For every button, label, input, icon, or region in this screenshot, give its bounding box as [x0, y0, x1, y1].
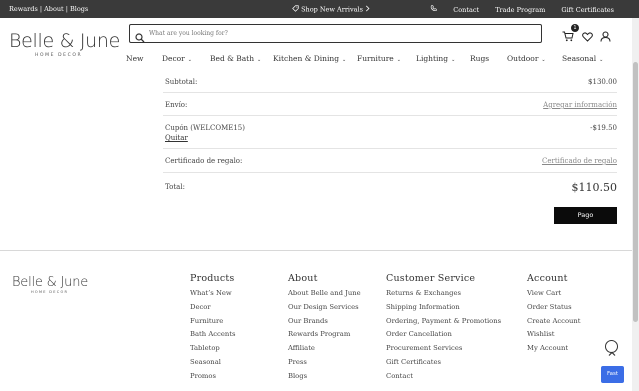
footer-divider [0, 250, 632, 251]
footer-service-column: Customer Service Returns & Exchanges Shi… [386, 273, 501, 386]
tag-icon [292, 5, 299, 14]
footer-link[interactable]: Our Brands [288, 317, 361, 331]
chevron-right-icon [365, 5, 371, 14]
cart-count-badge: 1 [571, 24, 579, 32]
footer-link[interactable]: Shipping Information [386, 303, 501, 317]
contact-label: Contact [453, 5, 480, 14]
subtotal-value: $130.00 [588, 78, 617, 86]
heart-icon[interactable] [582, 27, 593, 46]
footer-link[interactable]: Ordering, Payment & Promotions [386, 317, 501, 331]
footer-link[interactable]: Gift Certificates [386, 358, 501, 372]
footer-link[interactable]: Order Cancellation [386, 330, 501, 344]
search-bar[interactable] [129, 24, 542, 43]
coupon-label: Cupón (WELCOME15) [165, 124, 245, 132]
shop-new-arrivals-link[interactable]: Shop New Arrivals [292, 5, 371, 14]
footer-link[interactable]: Tabletop [190, 344, 235, 358]
nav-new[interactable]: New [126, 54, 143, 63]
footer-link[interactable]: Procurement Services [386, 344, 501, 358]
add-shipping-info-link[interactable]: Agregar información [543, 101, 617, 109]
footer-link[interactable]: Bath Accents [190, 330, 235, 344]
footer-link[interactable]: My Account [527, 344, 581, 358]
footer-link[interactable]: What’s New [190, 289, 235, 303]
footer-link[interactable]: Contact [386, 372, 501, 386]
fast-checkout-button[interactable]: Fast [601, 366, 624, 383]
chevron-down-icon: ⌄ [342, 57, 347, 63]
nav-bed-bath[interactable]: Bed & Bath ⌄ [210, 54, 261, 63]
total-label: Total: [165, 183, 185, 191]
footer-link[interactable]: View Cart [527, 289, 581, 303]
nav-seasonal[interactable]: Seasonal ⌄ [562, 54, 603, 63]
footer-account-title: Account [527, 273, 568, 284]
chevron-down-icon: ⌄ [396, 57, 401, 63]
nav-lighting[interactable]: Lighting ⌄ [416, 54, 455, 63]
footer-link[interactable]: Decor [190, 303, 235, 317]
total-row: Total: $110.50 [163, 173, 617, 199]
trade-program-link[interactable]: Trade Program [495, 6, 545, 14]
footer-link[interactable]: Order Status [527, 303, 581, 317]
chevron-down-icon: ⌄ [257, 57, 262, 63]
top-bar: Rewards | About | Blogs Shop New Arrival… [0, 0, 639, 18]
contact-link[interactable]: Contact [416, 5, 481, 14]
footer-link[interactable]: Affiliate [288, 344, 361, 358]
footer-link[interactable]: Create Account [527, 317, 581, 331]
chevron-down-icon: ⌄ [541, 57, 546, 63]
footer-link[interactable]: Promos [190, 372, 235, 386]
subtotal-label: Subtotal: [165, 78, 198, 86]
nav-decor[interactable]: Decor ⌄ [162, 54, 192, 63]
footer-logo[interactable]: Belle & June HOME DECOR [12, 275, 88, 294]
main-nav: New Decor ⌄ Bed & Bath ⌄ Kitchen & Dining ⌄… [0, 54, 639, 66]
footer-products-title: Products [190, 273, 235, 284]
footer-brand-name: Belle & June [12, 275, 89, 290]
gift-certificate-row: Certificado de regalo: Certificado de re… [163, 149, 617, 173]
subtotal-row: Subtotal: $130.00 [163, 70, 617, 93]
back-to-top-button[interactable] [605, 340, 618, 356]
footer-link[interactable]: Furniture [190, 317, 235, 331]
nav-furniture[interactable]: Furniture ⌄ [357, 54, 401, 63]
account-icon[interactable] [600, 27, 611, 46]
footer-link[interactable]: Seasonal [190, 358, 235, 372]
brand-name: Belle & June [9, 30, 121, 52]
gift-certificates-link[interactable]: Gift Certificates [561, 6, 614, 14]
nav-outdoor[interactable]: Outdoor ⌄ [507, 54, 546, 63]
footer-link[interactable]: Returns & Exchanges [386, 289, 501, 303]
gift-certificate-link[interactable]: Certificado de regalo [542, 157, 617, 165]
shop-new-arrivals-label: Shop New Arrivals [301, 5, 363, 14]
chevron-up-icon [608, 343, 616, 362]
nav-kitchen-dining[interactable]: Kitchen & Dining ⌄ [273, 54, 346, 63]
shipping-label: Envío: [165, 101, 188, 109]
nav-rugs[interactable]: Rugs [470, 54, 489, 63]
gift-certificate-label: Certificado de regalo: [165, 157, 243, 165]
chevron-down-icon: ⌄ [451, 57, 456, 63]
chevron-down-icon: ⌄ [187, 57, 192, 63]
footer-brand-tagline: HOME DECOR [31, 290, 69, 294]
shipping-row: Envío: Agregar información [163, 93, 617, 116]
coupon-value: -$19.50 [590, 124, 617, 132]
phone-icon [430, 5, 437, 14]
footer-link[interactable]: Rewards Program [288, 330, 361, 344]
top-links[interactable]: Rewards | About | Blogs [9, 5, 88, 13]
footer-about-title: About [288, 273, 318, 284]
footer-link[interactable]: Blogs [288, 372, 361, 386]
search-input[interactable] [149, 27, 529, 40]
footer-products-column: Products What’s New Decor Furniture Bath… [190, 273, 235, 386]
total-value: $110.50 [571, 181, 618, 194]
search-icon[interactable] [135, 28, 145, 47]
remove-coupon-link[interactable]: Quitar [165, 134, 188, 142]
pay-button[interactable]: Pago [554, 207, 617, 224]
coupon-row: Cupón (WELCOME15) Quitar -$19.50 [163, 116, 617, 149]
chevron-down-icon: ⌄ [599, 57, 604, 63]
footer-link[interactable]: Press [288, 358, 361, 372]
footer-link[interactable]: Wishlist [527, 330, 581, 344]
order-summary: Subtotal: $130.00 Envío: Agregar informa… [163, 70, 617, 199]
scrollbar-thumb[interactable] [633, 62, 638, 322]
page-scrollbar[interactable] [632, 18, 639, 391]
footer-link[interactable]: Our Design Services [288, 303, 361, 317]
footer-about-column: About About Belle and June Our Design Se… [288, 273, 361, 386]
footer-link[interactable]: About Belle and June [288, 289, 361, 303]
footer-service-title: Customer Service [386, 273, 476, 284]
footer-account-column: Account View Cart Order Status Create Ac… [527, 273, 581, 358]
